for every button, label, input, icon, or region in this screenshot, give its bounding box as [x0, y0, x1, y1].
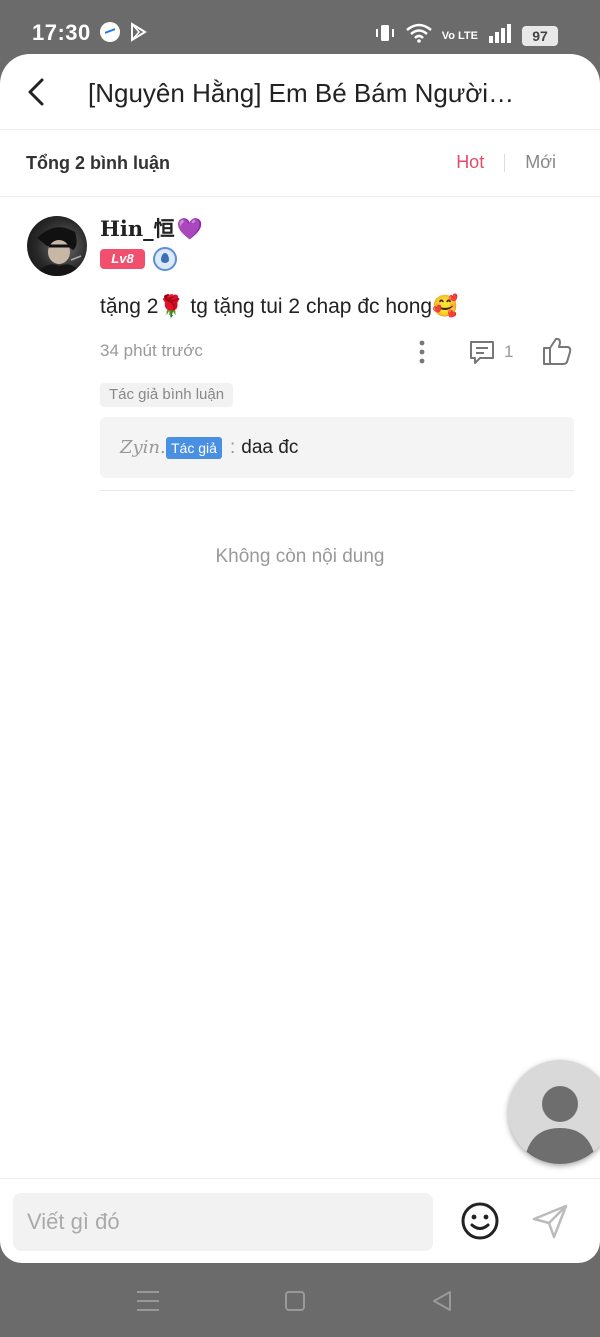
- end-of-list-text: Không còn nội dung: [215, 546, 385, 567]
- author-comment-tag: Tác giả bình luận: [100, 383, 234, 407]
- square-icon: [285, 1291, 305, 1311]
- menu-icon: [137, 1291, 159, 1311]
- comments-sheet: [Nguyên Hằng] Em Bé Bám Người Rồi Tổng 2…: [0, 54, 600, 1263]
- vibrate-icon: [374, 22, 396, 49]
- system-nav-bar: [0, 1263, 600, 1337]
- chevron-left-icon: [28, 78, 44, 106]
- comment-text: tặng 2🌹 tg tặng tui 2 chap đc hong🥰: [100, 295, 459, 318]
- battery-icon: 97: [522, 25, 558, 46]
- comment-input-bar: [0, 1178, 600, 1263]
- author-badge: Tác giả: [166, 437, 222, 459]
- user-icon: [524, 1086, 596, 1164]
- sort-new-tab[interactable]: Mới: [525, 152, 556, 173]
- volte-icon: Vo LTE: [441, 29, 478, 42]
- messenger-icon: [100, 22, 120, 42]
- send-button[interactable]: [530, 1201, 570, 1241]
- like-button[interactable]: [541, 335, 573, 367]
- thumbs-up-icon: [543, 337, 572, 365]
- heart-emoji: 💜: [176, 216, 203, 241]
- sort-tabs: Hot Mới: [456, 152, 556, 173]
- reply-text: daa đc: [241, 437, 299, 458]
- wifi-icon: [405, 23, 432, 48]
- comment-summary: Tổng 2 bình luận Hot Mới: [0, 130, 600, 197]
- notification-icons: [100, 22, 148, 42]
- level-badge: Lv8: [100, 249, 145, 269]
- send-icon: [532, 1204, 568, 1239]
- comment-total: Tổng 2 bình luận: [26, 153, 170, 173]
- more-options-button[interactable]: [414, 339, 430, 365]
- floating-user-avatar[interactable]: [508, 1060, 600, 1164]
- system-icons: Vo LTE 97: [374, 22, 558, 49]
- comment-input[interactable]: [13, 1193, 433, 1251]
- username-text: Hin_恒: [100, 216, 175, 241]
- reply-author-name: Zyin.: [120, 437, 166, 458]
- status-time: 17:30: [32, 20, 91, 45]
- comment-divider: [100, 490, 574, 491]
- comment-icon: [470, 341, 494, 364]
- home-nav-button[interactable]: [280, 1287, 310, 1315]
- page-title: [Nguyên Hằng] Em Bé Bám Người Rồi: [88, 78, 518, 108]
- reply-text-wrap: : daa đc: [230, 437, 298, 459]
- sort-divider: [504, 153, 506, 172]
- back-button[interactable]: [22, 74, 54, 110]
- comment-username[interactable]: Hin_恒💜: [100, 213, 203, 243]
- emoji-button[interactable]: [460, 1201, 500, 1241]
- author-reply[interactable]: Zyin. Tác giả : daa đc: [100, 417, 574, 478]
- comment-time: 34 phút trước: [100, 341, 203, 360]
- back-nav-button[interactable]: [427, 1287, 457, 1315]
- reply-button[interactable]: 1: [468, 339, 513, 365]
- signal-icon: [488, 23, 512, 48]
- avatar[interactable]: [27, 216, 87, 276]
- reply-count: 1: [504, 342, 514, 361]
- comment-item: Hin_恒💜 Lv8 tặng 2🌹 tg tặng tui 2 chap đc…: [0, 197, 600, 493]
- header: [Nguyên Hằng] Em Bé Bám Người Rồi: [0, 54, 600, 130]
- more-vertical-icon: [419, 340, 425, 364]
- sort-hot-tab[interactable]: Hot: [456, 152, 484, 173]
- smiley-icon: [461, 1202, 499, 1240]
- reply-colon: :: [230, 437, 236, 458]
- play-store-icon: [128, 22, 148, 42]
- triangle-back-icon: [433, 1291, 451, 1311]
- rank-badge-icon: [153, 247, 177, 271]
- menu-nav-button[interactable]: [133, 1287, 163, 1315]
